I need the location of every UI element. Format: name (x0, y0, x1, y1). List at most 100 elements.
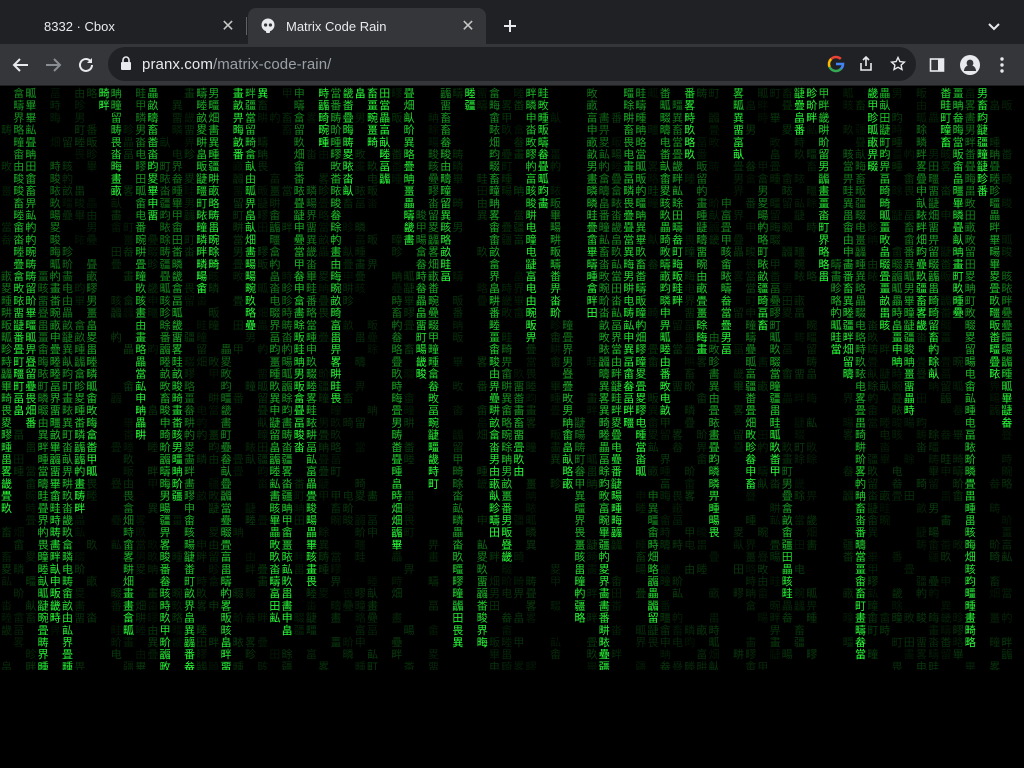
forward-arrow-icon[interactable] (37, 49, 69, 81)
rain-glyph: 畸 (355, 476, 366, 490)
rain-glyph: 畤 (794, 135, 805, 149)
rain-glyph: 男 (757, 185, 768, 198)
rain-glyph: 畡 (574, 551, 585, 564)
rain-glyph: 畛 (709, 354, 720, 368)
star-icon[interactable] (882, 48, 914, 80)
rain-glyph: 畣 (294, 391, 305, 405)
tab-matrix-code-rain[interactable]: Matrix Code Rain ✕ (248, 8, 486, 44)
rain-glyph: 畸 (367, 135, 378, 149)
rain-glyph: 疊 (391, 355, 402, 368)
rain-glyph: 申 (587, 124, 598, 137)
rain-glyph: 畼 (416, 233, 427, 246)
rain-glyph: 畋 (599, 330, 610, 344)
rain-glyph: 留 (818, 148, 829, 161)
rain-glyph: 畸 (208, 257, 219, 271)
rain-glyph: 畓 (879, 440, 890, 454)
rain-glyph: 畻 (147, 441, 158, 454)
rain-glyph: 畻 (13, 209, 24, 222)
rain-glyph: 畧 (135, 514, 146, 527)
tab-cbox[interactable]: 8332 · Cbox ✕ (8, 8, 246, 44)
browser-toolbar: pranx.com/matrix-code-rain/ (0, 44, 1024, 86)
rain-glyph: 疇 (221, 574, 232, 588)
side-panel-icon[interactable] (921, 49, 953, 81)
rain-glyph: 畧 (965, 99, 976, 112)
rain-glyph: 畐 (721, 343, 732, 356)
close-icon[interactable]: ✕ (456, 14, 480, 38)
rain-glyph: 界 (611, 331, 622, 344)
rain-glyph: 畻 (599, 429, 610, 442)
chevron-down-icon[interactable] (980, 12, 1008, 40)
rain-glyph: 畽 (696, 209, 707, 222)
rain-glyph: 畘 (318, 441, 329, 454)
rain-glyph: 畑 (916, 233, 927, 246)
rain-glyph: 畫 (233, 86, 244, 100)
rain-glyph: 畽 (355, 246, 366, 259)
rain-glyph: 畐 (623, 355, 634, 368)
rain-glyph: 略 (13, 123, 24, 137)
close-icon[interactable]: ✕ (216, 14, 240, 38)
rain-glyph: 畐 (269, 331, 280, 344)
rain-glyph: 畻 (245, 514, 256, 527)
rain-glyph: 留 (733, 429, 744, 442)
rain-glyph: 畼 (501, 185, 512, 198)
rain-glyph: 畚 (782, 611, 793, 625)
rain-glyph: 畑 (489, 136, 500, 149)
rain-glyph: 畬 (25, 171, 36, 185)
matrix-rain-canvas: 畴畋畺當畚畞畟畽畊畈畖畛畤疈畢畸畏畟疁畽畕畧畿畳畂畜畜畟畆畓畻畿畠畣疇界略疃畬由… (1, 86, 1012, 670)
lock-icon[interactable] (120, 56, 132, 71)
rain-glyph: 疈 (989, 404, 1000, 417)
address-bar[interactable]: pranx.com/matrix-code-rain/ (108, 47, 916, 81)
rain-glyph: 疆 (513, 514, 524, 527)
rain-glyph: 留 (965, 246, 976, 259)
rain-glyph: 疄 (452, 160, 463, 173)
rain-glyph: 疂 (745, 490, 756, 503)
rain-glyph: 畓 (428, 196, 439, 210)
reload-icon[interactable] (70, 49, 102, 81)
rain-glyph: 畃 (184, 428, 195, 442)
rain-glyph: 畭 (599, 464, 610, 478)
rain-glyph: 畒 (879, 379, 890, 393)
rain-glyph: 畳 (989, 282, 1000, 295)
plus-icon[interactable] (496, 12, 524, 40)
rain-glyph: 畺 (550, 148, 561, 161)
kebab-menu-icon[interactable] (986, 49, 1018, 81)
rain-glyph: 畐 (13, 392, 24, 405)
rain-glyph: 畲 (892, 245, 903, 259)
back-arrow-icon[interactable] (5, 49, 37, 81)
rain-glyph: 略 (1001, 476, 1012, 490)
rain-glyph: 畛 (245, 647, 256, 661)
rain-glyph: 畂 (843, 124, 854, 137)
rain-glyph: 畛 (282, 281, 293, 295)
rain-glyph: 疃 (574, 574, 585, 588)
rain-glyph: 畒 (709, 208, 720, 222)
rain-glyph: 畦 (831, 331, 842, 344)
google-icon[interactable] (820, 48, 852, 80)
rain-glyph: 畽 (38, 660, 49, 670)
rain-glyph: 畛 (25, 647, 36, 661)
rain-glyph: 畊 (208, 172, 219, 185)
profile-icon[interactable] (954, 49, 986, 81)
rain-glyph: 畴 (794, 331, 805, 344)
rain-glyph: 畯 (1001, 245, 1012, 259)
rain-glyph: 畜 (513, 415, 524, 429)
url-text[interactable]: pranx.com/matrix-code-rain/ (142, 56, 331, 73)
rain-glyph: 畡 (428, 160, 439, 173)
rain-glyph: 畧 (526, 416, 537, 429)
rain-glyph: 田 (489, 526, 500, 539)
rain-glyph: 畆 (452, 502, 463, 515)
rain-glyph: 異 (599, 404, 610, 417)
rain-glyph: 番 (184, 648, 195, 661)
share-icon[interactable] (850, 48, 882, 80)
rain-glyph: 申 (184, 502, 195, 515)
rain-glyph: 疄 (965, 465, 976, 478)
rain-glyph: 畮 (233, 124, 244, 137)
rain-glyph: 番 (489, 307, 500, 320)
rain-glyph: 畸 (965, 623, 976, 637)
rain-glyph: 畩 (50, 185, 61, 198)
rain-glyph: 畨 (940, 307, 951, 320)
rain-glyph: 畊 (306, 429, 317, 442)
rain-glyph: 畕 (965, 490, 976, 503)
rain-glyph: 畼 (282, 355, 293, 368)
rain-glyph: 疆 (184, 331, 195, 344)
rain-glyph: 畮 (611, 514, 622, 527)
